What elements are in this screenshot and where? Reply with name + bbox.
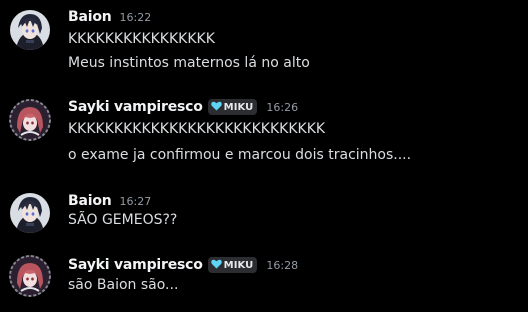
message-group: Baion 16:22 KKKKKKKKKKKKKKKK Meus instin… bbox=[0, 7, 528, 77]
username[interactable]: Baion bbox=[68, 9, 112, 25]
message-text: SÃO GEMEOS?? bbox=[68, 212, 178, 228]
timestamp: 16:27 bbox=[119, 194, 152, 208]
message-text: KKKKKKKKKKKKKKKKKKKKKKKKKKKK bbox=[68, 121, 326, 137]
sayki-avatar-image bbox=[9, 99, 51, 141]
username[interactable]: Baion bbox=[68, 193, 112, 209]
message-header: Sayki vampiresco MIKU 16:28 bbox=[68, 255, 298, 275]
user-avatar[interactable] bbox=[10, 193, 50, 233]
username[interactable]: Sayki vampiresco bbox=[68, 99, 203, 115]
message-text: o exame ja confirmou e marcou dois traci… bbox=[68, 147, 412, 163]
role-tag-label: MIKU bbox=[223, 101, 254, 113]
timestamp: 16:28 bbox=[266, 258, 299, 272]
user-avatar[interactable] bbox=[10, 10, 50, 50]
username[interactable]: Sayki vampiresco bbox=[68, 257, 203, 273]
message-text: KKKKKKKKKKKKKKKK bbox=[68, 31, 215, 47]
message-text: Meus instintos maternos lá no alto bbox=[68, 55, 310, 71]
heart-icon bbox=[210, 101, 222, 114]
baion-avatar-image bbox=[10, 10, 50, 50]
timestamp: 16:22 bbox=[119, 10, 152, 24]
message-text: são Baion são... bbox=[68, 277, 179, 293]
sayki-avatar-image bbox=[9, 255, 51, 297]
message-group: Baion 16:27 SÃO GEMEOS?? bbox=[0, 191, 528, 237]
role-tag[interactable]: MIKU bbox=[207, 257, 258, 273]
user-avatar[interactable] bbox=[9, 255, 51, 297]
message-group: Sayki vampiresco MIKU 16:28 são Baion sã… bbox=[0, 255, 528, 305]
chat-message-list: Baion 16:22 KKKKKKKKKKKKKKKK Meus instin… bbox=[0, 0, 528, 312]
role-tag[interactable]: MIKU bbox=[207, 99, 258, 115]
user-avatar[interactable] bbox=[9, 99, 51, 141]
message-header: Baion 16:22 bbox=[68, 7, 151, 27]
message-group: Sayki vampiresco MIKU 16:26 KKKKKKKKKKKK… bbox=[0, 97, 528, 169]
message-header: Sayki vampiresco MIKU 16:26 bbox=[68, 97, 298, 117]
heart-icon bbox=[210, 259, 222, 272]
message-header: Baion 16:27 bbox=[68, 191, 151, 211]
baion-avatar-image bbox=[10, 193, 50, 233]
timestamp: 16:26 bbox=[266, 100, 299, 114]
role-tag-label: MIKU bbox=[223, 259, 254, 271]
